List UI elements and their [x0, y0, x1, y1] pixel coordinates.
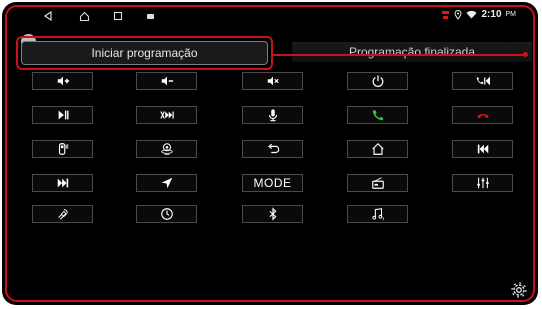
- home-outline-icon: [79, 11, 89, 21]
- bluetooth-icon: [269, 207, 276, 221]
- back-icon: [267, 143, 279, 154]
- recents-nav-button[interactable]: [110, 8, 126, 24]
- play-pause-button[interactable]: [32, 106, 93, 124]
- annotation-pointer-line: [273, 54, 525, 56]
- annotation-pointer-end: [523, 52, 528, 57]
- mode-button[interactable]: MODE: [242, 174, 303, 192]
- notification-icon: [142, 8, 158, 24]
- volume-down-icon: [161, 76, 173, 86]
- volume-up-icon: [57, 76, 69, 86]
- music-button[interactable]: [347, 205, 408, 223]
- camera-360-button[interactable]: [136, 140, 197, 158]
- head-unit-screen: 2:10 PM Iniciar programação Programação …: [2, 2, 538, 305]
- clock-time: 2:10: [481, 9, 502, 20]
- square-recents-icon: [113, 11, 123, 21]
- bluetooth-button[interactable]: [242, 205, 303, 223]
- clock-button[interactable]: [136, 205, 197, 223]
- mode-label: MODE: [253, 176, 292, 190]
- mic-icon: [268, 109, 277, 122]
- camera-360-icon: [160, 143, 173, 155]
- satellite-button[interactable]: [32, 205, 93, 223]
- hang-up-button[interactable]: [452, 106, 513, 124]
- call-prev-button[interactable]: [452, 72, 513, 90]
- radio-button[interactable]: [347, 174, 408, 192]
- cancel-next-icon: [159, 111, 174, 119]
- power-icon: [372, 75, 383, 87]
- equalizer-icon: [476, 177, 489, 189]
- radio-icon: [371, 177, 384, 189]
- programming-finished-label: Programação finalizada: [292, 42, 532, 62]
- start-programming-button[interactable]: Iniciar programação: [21, 41, 268, 65]
- equalizer-button[interactable]: [452, 174, 513, 192]
- volume-up-button[interactable]: [32, 72, 93, 90]
- home-nav-button[interactable]: [76, 8, 92, 24]
- status-indicators: 2:10 PM: [441, 9, 516, 20]
- home-icon: [371, 142, 384, 155]
- hang-up-icon: [476, 114, 489, 119]
- wifi-icon: [466, 10, 477, 19]
- clock-ampm: PM: [505, 11, 517, 18]
- car-door-icon: [58, 143, 68, 155]
- mic-button[interactable]: [242, 106, 303, 124]
- navigation-button[interactable]: [136, 174, 197, 192]
- music-icon: [371, 208, 384, 221]
- usb-icon: [442, 10, 450, 19]
- satellite-icon: [57, 209, 68, 220]
- prev-track-icon: [477, 144, 488, 154]
- triangle-back-icon: [43, 11, 52, 21]
- home-button[interactable]: [347, 140, 408, 158]
- mute-button[interactable]: [242, 72, 303, 90]
- prev-track-button[interactable]: [452, 140, 513, 158]
- clock-icon: [160, 208, 173, 220]
- next-track-icon: [57, 178, 68, 188]
- back-button[interactable]: [242, 140, 303, 158]
- back-nav-button[interactable]: [40, 8, 56, 24]
- mute-icon: [267, 76, 279, 86]
- start-programming-label: Iniciar programação: [91, 46, 198, 60]
- next-track-button[interactable]: [32, 174, 93, 192]
- navigation-icon: [161, 177, 172, 189]
- power-button[interactable]: [347, 72, 408, 90]
- status-bar: 2:10 PM: [2, 8, 538, 26]
- call-prev-icon: [476, 76, 490, 86]
- location-icon: [454, 9, 462, 20]
- play-pause-icon: [58, 110, 69, 120]
- programming-finished-text: Programação finalizada: [348, 45, 476, 59]
- volume-down-button[interactable]: [136, 72, 197, 90]
- answer-call-button[interactable]: [347, 106, 408, 124]
- settings-icon[interactable]: [510, 281, 528, 299]
- start-programming-highlight: Iniciar programação: [16, 36, 273, 70]
- cancel-next-button[interactable]: [136, 106, 197, 124]
- car-door-button[interactable]: [32, 140, 93, 158]
- answer-call-icon: [372, 110, 383, 121]
